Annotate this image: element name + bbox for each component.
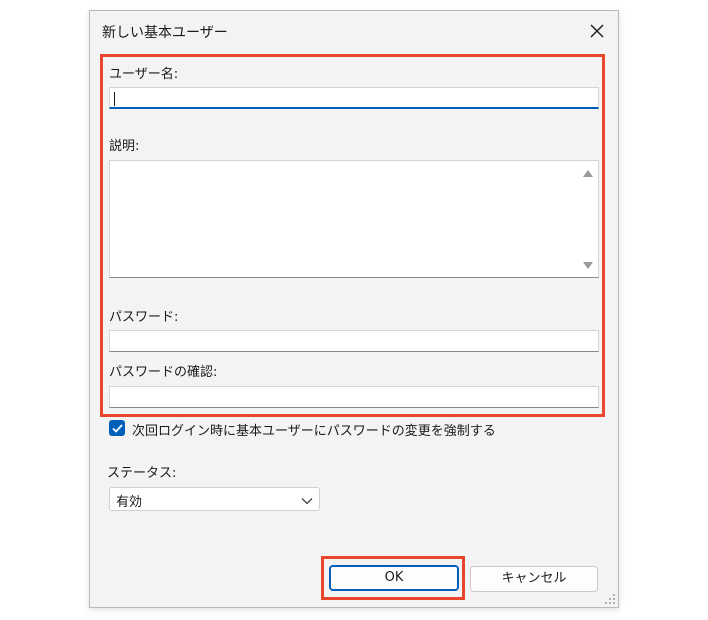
close-button[interactable] (580, 15, 614, 47)
dialog-title: 新しい基本ユーザー (102, 25, 228, 41)
username-input[interactable] (109, 87, 599, 109)
ok-button[interactable]: OK (329, 565, 459, 591)
cancel-button[interactable]: キャンセル (470, 566, 598, 592)
description-label: 説明: (109, 139, 140, 154)
scroll-down-arrow-icon[interactable] (582, 259, 594, 271)
status-selected-value: 有効 (116, 495, 143, 510)
password-confirm-label: パスワードの確認: (109, 365, 218, 380)
force-change-label[interactable]: 次回ログイン時に基本ユーザーにパスワードの変更を強制する (132, 420, 496, 439)
password-input[interactable] (109, 330, 599, 352)
force-change-checkbox[interactable] (109, 420, 125, 436)
text-caret (114, 92, 115, 106)
title-bar: 新しい基本ユーザー (90, 11, 618, 51)
password-label: パスワード: (109, 310, 179, 325)
close-icon (590, 24, 604, 38)
new-basic-user-dialog: 新しい基本ユーザー ユーザー名: 説明: パスワード: パスワードの確認: 次回… (89, 10, 619, 608)
username-label: ユーザー名: (109, 67, 179, 82)
chevron-down-icon (301, 494, 313, 509)
checkmark-icon (111, 423, 123, 433)
resize-grip-icon[interactable] (604, 593, 616, 605)
status-select[interactable]: 有効 (109, 487, 320, 511)
scroll-up-arrow-icon[interactable] (582, 167, 594, 179)
password-confirm-input[interactable] (109, 386, 599, 408)
description-textarea[interactable] (109, 160, 599, 278)
status-label: ステータス: (107, 466, 177, 481)
